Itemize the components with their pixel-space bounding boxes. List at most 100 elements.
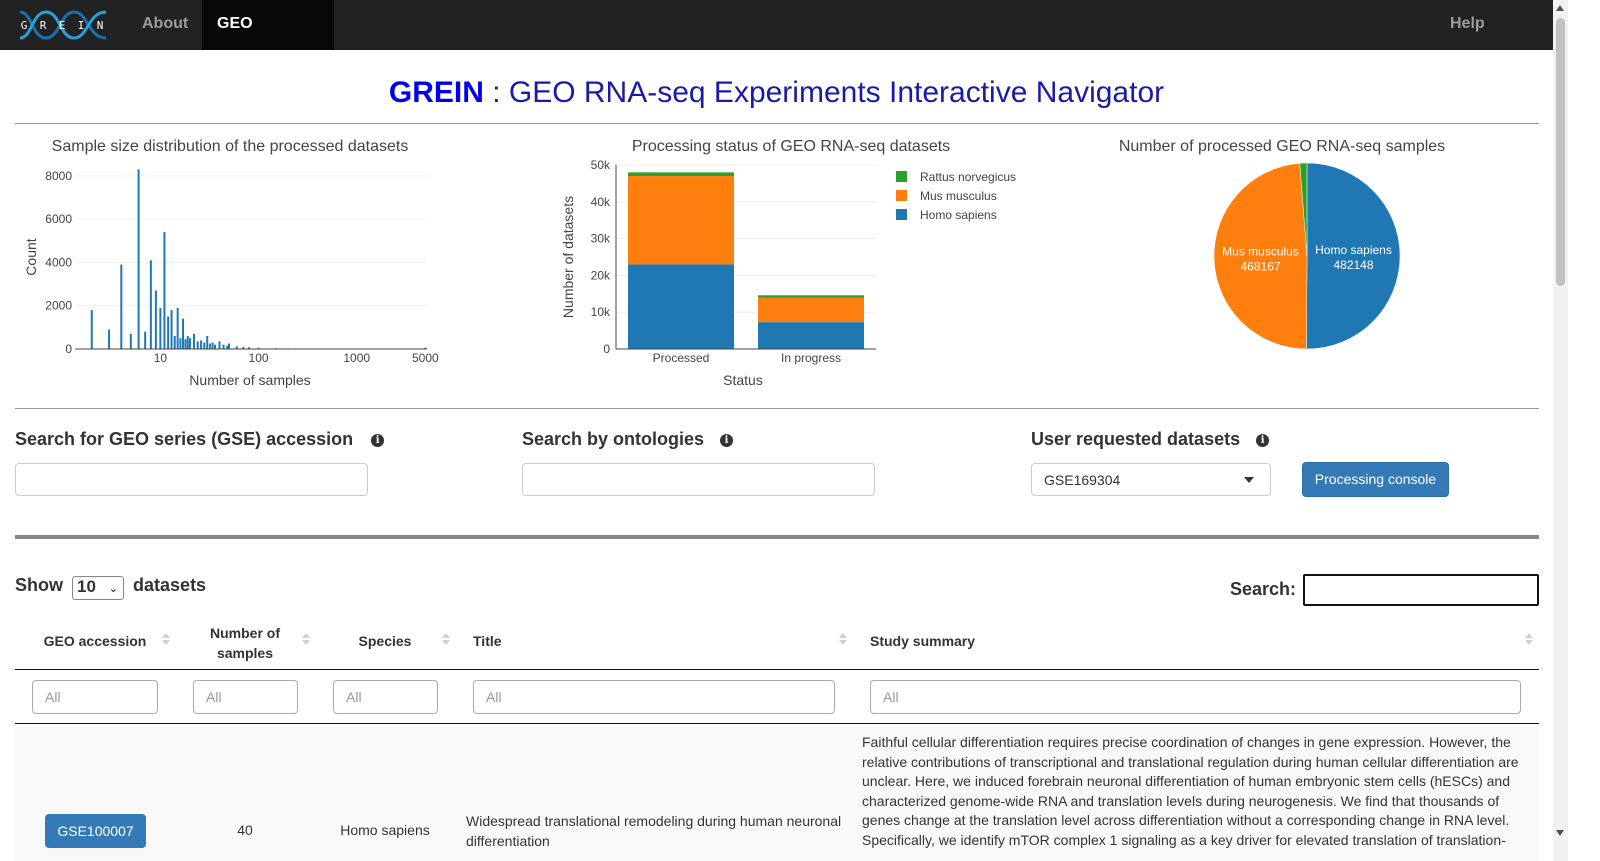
histogram-bar bbox=[211, 342, 214, 349]
histogram-bar bbox=[144, 331, 147, 349]
histogram-bar bbox=[129, 333, 132, 349]
title-cell: Widespread translational remodeling duri… bbox=[466, 813, 842, 849]
histogram-title: Sample size distribution of the processe… bbox=[52, 138, 409, 155]
samples-cell: 40 bbox=[237, 822, 253, 838]
nav-geo-datasets[interactable]: GEO datasets bbox=[202, 0, 334, 80]
chevron-down-icon: ⌄ bbox=[108, 583, 119, 595]
scroll-down-icon[interactable] bbox=[1556, 830, 1564, 836]
page-length-select[interactable]: 10 ⌄ bbox=[72, 576, 125, 600]
histogram-bar bbox=[196, 341, 199, 349]
ontology-search-input[interactable] bbox=[522, 463, 875, 496]
processing-status-chart: Processing status of GEO RNA-seq dataset… bbox=[560, 138, 1016, 388]
info-icon[interactable]: i bbox=[371, 434, 385, 447]
histogram-bar bbox=[108, 329, 111, 349]
histogram-bar bbox=[181, 318, 184, 349]
histogram-bar bbox=[173, 336, 176, 349]
scroll-up-icon[interactable] bbox=[1556, 5, 1564, 11]
legend-label: Rattus norvegicus bbox=[920, 170, 1016, 184]
stacked-bar-segment bbox=[758, 297, 864, 323]
col-header-geo-accession[interactable]: GEO accession bbox=[35, 633, 155, 649]
nav-help[interactable]: Help bbox=[1435, 0, 1500, 50]
filter-geo-accession[interactable]: All bbox=[32, 680, 158, 714]
sort-icon[interactable] bbox=[1525, 633, 1533, 647]
info-icon[interactable]: i bbox=[720, 434, 734, 447]
col-header-title[interactable]: Title bbox=[473, 633, 502, 649]
user-requested-label-text: User requested datasets bbox=[1031, 429, 1241, 449]
stacked-bar-segment bbox=[628, 264, 734, 349]
ontology-search-label: Search by ontologies i bbox=[522, 429, 734, 450]
info-icon[interactable]: i bbox=[1256, 434, 1270, 447]
table-search-input[interactable] bbox=[1303, 574, 1539, 606]
geo-accession-button[interactable]: GSE100007 bbox=[45, 814, 146, 848]
section-divider bbox=[15, 535, 1539, 539]
logo-letter: E bbox=[59, 19, 66, 32]
user-requested-label: User requested datasets i bbox=[1031, 429, 1270, 450]
histogram-bar bbox=[208, 343, 211, 349]
sort-icon[interactable] bbox=[302, 633, 310, 647]
y-tick-label: 40k bbox=[591, 195, 611, 209]
user-requested-value: GSE169304 bbox=[1044, 472, 1121, 488]
y-tick-label: 30k bbox=[591, 232, 611, 246]
sort-icon[interactable] bbox=[839, 633, 847, 647]
x-tick-label: 100 bbox=[249, 351, 269, 365]
col-header-species[interactable]: Species bbox=[335, 633, 435, 649]
histogram-bar bbox=[167, 316, 170, 349]
histogram-bar bbox=[227, 343, 230, 349]
page-length-control: Show 10 ⌄ datasets bbox=[15, 575, 206, 600]
legend-label: Homo sapiens bbox=[920, 208, 997, 222]
stacked-bar-segment bbox=[758, 295, 864, 298]
legend-swatch bbox=[896, 171, 907, 182]
stacked-bar-segment bbox=[628, 172, 734, 177]
page-title-brand: GREIN bbox=[388, 76, 484, 109]
filter-study-summary[interactable]: All bbox=[870, 680, 1521, 714]
y-tick-label: 0 bbox=[603, 342, 610, 356]
y-tick-label: 4000 bbox=[45, 255, 72, 269]
histogram-bar bbox=[137, 169, 140, 349]
stacked-bar-segment bbox=[758, 322, 864, 349]
page-scrollbar[interactable] bbox=[1553, 0, 1568, 861]
histogram-bar bbox=[179, 338, 182, 349]
filter-number-of-samples[interactable]: All bbox=[193, 680, 298, 714]
gse-search-label: Search for GEO series (GSE) accession i bbox=[15, 429, 385, 450]
scrollbar-thumb[interactable] bbox=[1556, 18, 1565, 286]
x-tick-label: 10 bbox=[154, 351, 168, 365]
gse-search-label-text: Search for GEO series (GSE) accession bbox=[15, 429, 354, 449]
top-navbar: GREIN About GEO datasets Help bbox=[0, 0, 1568, 80]
histogram-bar bbox=[159, 307, 162, 349]
nav-about[interactable]: About bbox=[127, 0, 203, 50]
histogram-bar bbox=[218, 341, 221, 349]
summary-cell: Faithful cellular differentiation requir… bbox=[862, 734, 1519, 848]
legend-label: Mus musculus bbox=[920, 189, 997, 203]
processing-console-button[interactable]: Processing console bbox=[1302, 462, 1449, 497]
histogram-bar bbox=[163, 232, 166, 349]
histogram-bar bbox=[188, 338, 191, 349]
x-tick-label: 1000 bbox=[343, 351, 370, 365]
page-length-value: 10 bbox=[77, 577, 96, 596]
gse-search-input[interactable] bbox=[15, 463, 368, 496]
sort-icon[interactable] bbox=[442, 633, 450, 647]
grein-logo[interactable]: GREIN bbox=[18, 4, 110, 46]
y-tick-label: 0 bbox=[65, 342, 72, 356]
logo-letter: N bbox=[97, 19, 104, 32]
x-tick-label: 5000 bbox=[412, 351, 439, 365]
user-requested-select[interactable]: GSE169304 bbox=[1031, 463, 1271, 496]
col-header-study-summary[interactable]: Study summary bbox=[870, 633, 975, 649]
y-tick-label: 10k bbox=[591, 305, 611, 319]
chevron-down-icon bbox=[1244, 477, 1254, 483]
sort-icon[interactable] bbox=[162, 633, 170, 647]
histogram-bar bbox=[149, 260, 152, 349]
x-tick-label: In progress bbox=[781, 351, 841, 365]
x-axis-label: Status bbox=[723, 372, 763, 388]
histogram-bar bbox=[90, 310, 93, 349]
datasets-label: datasets bbox=[133, 575, 207, 595]
filter-title[interactable]: All bbox=[473, 680, 835, 714]
pie-slice-value: 482148 bbox=[1333, 258, 1373, 272]
processed-samples-pie: Number of processed GEO RNA-seq samples … bbox=[1119, 138, 1445, 350]
col-header-number-of-samples[interactable]: Number of samples bbox=[195, 623, 295, 663]
y-tick-label: 8000 bbox=[45, 169, 72, 183]
filter-species[interactable]: All bbox=[333, 680, 438, 714]
divider bbox=[15, 123, 1539, 124]
pie-slice-value: 468167 bbox=[1241, 260, 1281, 274]
histogram-bar bbox=[186, 336, 189, 349]
logo-letter: G bbox=[21, 19, 28, 32]
